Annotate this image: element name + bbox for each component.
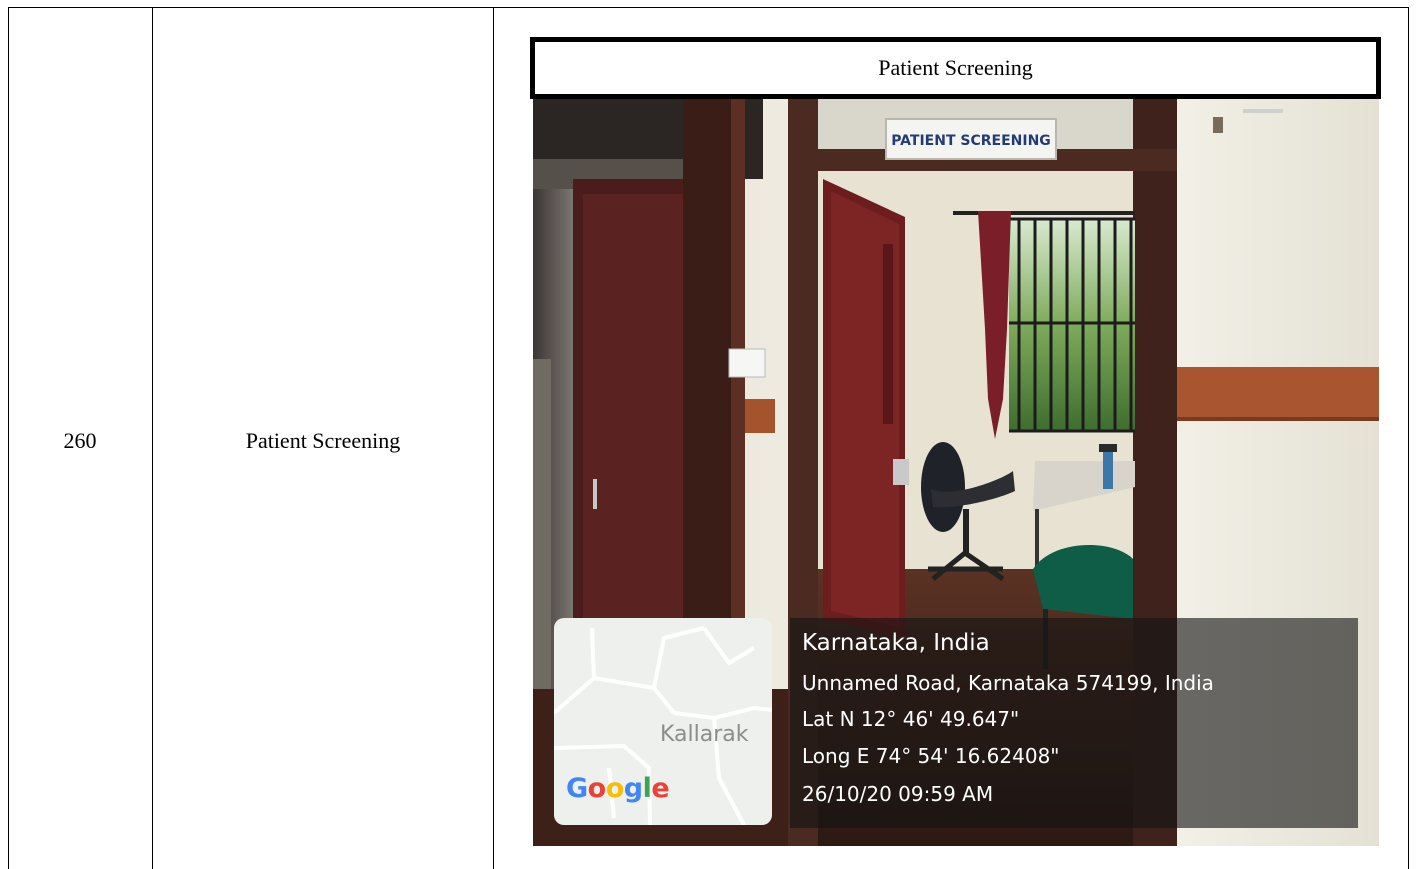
google-logo: Google — [566, 773, 670, 804]
google-logo-letter: G — [566, 773, 588, 804]
row-number: 260 — [63, 428, 97, 453]
google-logo-letter: l — [642, 773, 652, 804]
door-sign-text: PATIENT SCREENING — [891, 133, 1051, 149]
google-logo-letter: g — [623, 773, 643, 804]
map-town-label: Kallarak — [660, 722, 749, 747]
column-divider-2 — [493, 7, 494, 869]
geotag-place: Karnataka, India — [802, 630, 990, 656]
google-logo-letter: o — [587, 773, 607, 804]
row-name: Patient Screening — [245, 428, 401, 453]
geotag-latitude: Lat N 12° 46' 49.647" — [802, 707, 1020, 731]
google-logo-letter: e — [651, 773, 670, 804]
map-thumbnail: Kallarak Google — [554, 618, 772, 825]
photo-caption: Patient Screening — [530, 37, 1381, 99]
google-logo-letter: o — [605, 773, 625, 804]
geotag-address: Unnamed Road, Karnataka 574199, India — [802, 671, 1214, 695]
table-right-border — [1408, 7, 1409, 869]
photo-caption-text: Patient Screening — [878, 55, 1033, 80]
geotag-overlay: Karnataka, India Unnamed Road, Karnataka… — [790, 618, 1358, 828]
geotag-longitude: Long E 74° 54' 16.62408" — [802, 744, 1060, 768]
geotag-timestamp: 26/10/20 09:59 AM — [802, 782, 994, 806]
table-top-border — [8, 7, 1408, 8]
